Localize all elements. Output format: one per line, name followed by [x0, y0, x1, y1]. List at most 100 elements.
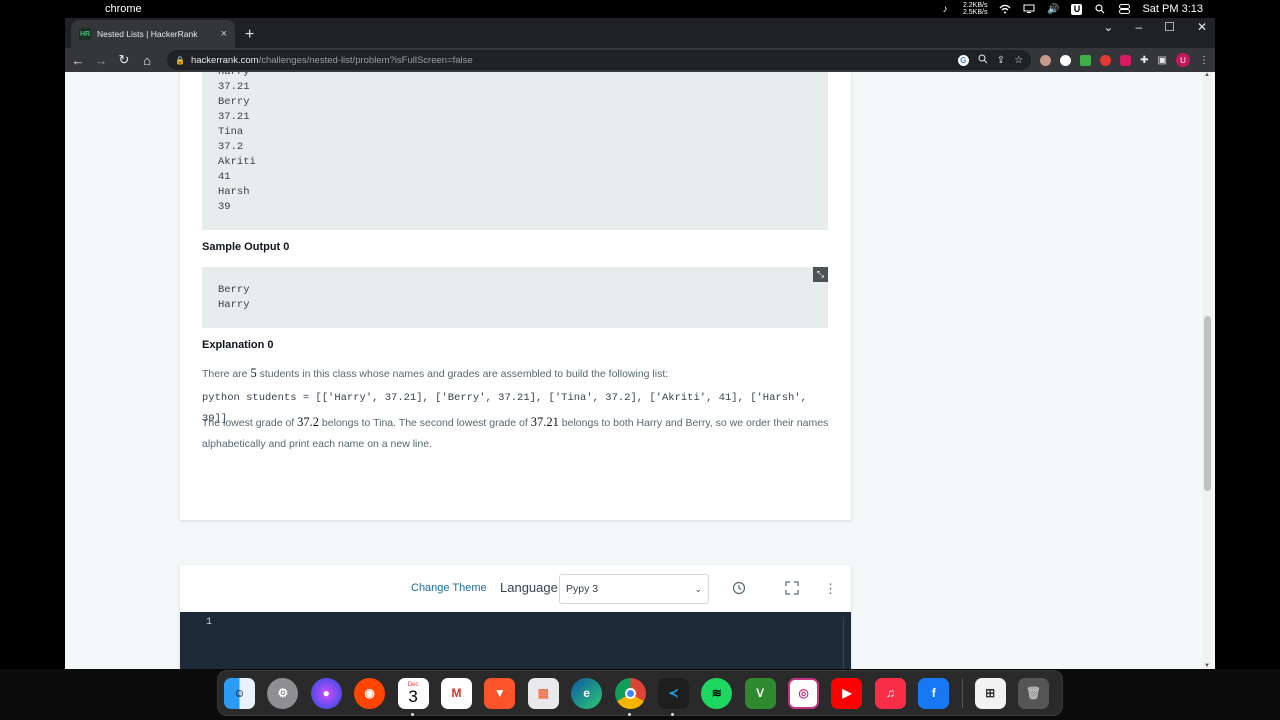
chrome-menu-icon[interactable]: ⋮ — [1199, 55, 1209, 66]
scroll-up-icon[interactable]: ▲ — [1204, 72, 1210, 78]
reload-icon[interactable]: ↻ — [117, 52, 131, 68]
share-icon[interactable]: ⇪ — [997, 55, 1005, 66]
system-preferences-icon[interactable]: ⚙ — [267, 677, 299, 709]
instagram-icon[interactable]: ◎ — [788, 677, 820, 709]
profile-avatar[interactable]: U — [1176, 53, 1190, 67]
brave-icon[interactable]: ▼ — [484, 677, 516, 709]
side-panel-icon[interactable]: ▣ — [1158, 55, 1167, 66]
running-indicator — [670, 712, 674, 716]
sample-output-lines: Berry Harry — [218, 283, 828, 313]
scrollbar-thumb[interactable] — [1204, 316, 1211, 491]
reddit-icon[interactable]: ◉ — [354, 677, 386, 709]
wifi-icon[interactable] — [999, 3, 1011, 15]
sample-input-line: 37.2 — [218, 141, 244, 153]
page-scrollbar[interactable]: ▲ ▼ — [1203, 72, 1212, 669]
url-path: /challenges/nested-list/problem?isFullSc… — [258, 54, 473, 66]
sample-input-line: 37.21 — [218, 81, 250, 93]
tab-strip: HR Nested Lists | HackerRank × + ⌄ – ☐ ✕ — [65, 18, 1215, 48]
sample-input-lines: Harry 37.21 Berry 37.21 Tina 37.2 Akriti 41 Hars… — [218, 72, 256, 215]
hackerrank-favicon-icon: HR — [79, 28, 91, 40]
chevron-down-icon: ⌄ — [694, 583, 702, 594]
maximize-icon[interactable]: ☐ — [1164, 20, 1175, 34]
restore-code-icon[interactable] — [732, 581, 746, 598]
bookmark-star-icon[interactable]: ☆ — [1014, 55, 1023, 66]
tab-title: Nested Lists | HackerRank — [97, 29, 198, 39]
calendar-icon[interactable]: Dec 3 — [397, 677, 429, 716]
spotify-icon[interactable]: ≋ — [701, 677, 733, 709]
trash-icon[interactable]: 🗑 — [1018, 677, 1050, 709]
launchpad-icon[interactable]: ▦ — [527, 677, 559, 709]
address-bar[interactable]: 🔒 hackerrank.com/challenges/nested-list/… — [167, 50, 1032, 70]
sample-input-block: Harry 37.21 Berry 37.21 Tina 37.2 Akriti 41 Hars… — [202, 72, 828, 230]
tab-search-chevron-icon[interactable]: ⌄ — [1103, 20, 1113, 34]
explanation-paragraph-3: The lowest grade of 37.2 belongs to Tina… — [202, 415, 829, 450]
browser-toolbar: ← → ↻ ⌂ 🔒 hackerrank.com/challenges/nest… — [65, 48, 1215, 72]
sample-input-line: Akriti — [218, 156, 256, 168]
zoom-icon[interactable] — [978, 54, 988, 67]
explanation-paragraph-1: There are 5 students in this class whose… — [202, 366, 669, 380]
vim-icon[interactable]: V — [744, 677, 776, 709]
sample-input-line: Tina — [218, 126, 244, 138]
control-center-icon[interactable] — [1118, 3, 1130, 15]
extension-icon-2[interactable] — [1060, 54, 1072, 66]
sample-output-line: Berry — [218, 284, 250, 296]
extension-icon-3[interactable] — [1080, 54, 1092, 66]
fullscreen-icon[interactable] — [785, 581, 799, 598]
volume-icon[interactable]: 🔊 — [1047, 3, 1059, 15]
sample-input-line: Berry — [218, 96, 250, 108]
extensions-area: ✚ ▣ U ⋮ — [1040, 53, 1209, 67]
sample-output-block: ⤡ Berry Harry — [202, 267, 828, 328]
new-tab-icon[interactable]: + — [245, 26, 254, 44]
finder-icon[interactable]: ☺ — [224, 677, 255, 709]
language-select[interactable]: Pypy 3 ⌄ — [559, 574, 709, 604]
change-theme-link[interactable]: Change Theme — [411, 582, 487, 594]
calendar-day: 3 — [408, 686, 418, 706]
menu-bar: chrome ♪ 2.2KB/s 2.5KB/s 🔊 U Sat PM 3:13 — [65, 0, 1215, 18]
user-badge-icon[interactable]: U — [1071, 3, 1083, 15]
home-icon[interactable]: ⌂ — [140, 53, 154, 68]
forward-icon[interactable]: → — [94, 53, 108, 68]
back-icon[interactable]: ← — [71, 53, 85, 68]
close-tab-icon[interactable]: × — [221, 28, 227, 40]
url-host: hackerrank.com — [190, 54, 259, 66]
display-icon[interactable] — [1023, 3, 1035, 15]
status-area: ♪ 2.2KB/s 2.5KB/s 🔊 U Sat PM 3:13 — [939, 2, 1215, 16]
gmail-icon[interactable]: M — [440, 677, 472, 709]
extensions-puzzle-icon[interactable]: ✚ — [1140, 55, 1148, 66]
app-name[interactable]: chrome — [105, 3, 142, 15]
math-number: 37.2 — [297, 415, 320, 429]
extension-icon-5[interactable] — [1120, 54, 1132, 66]
editor-toolbar: Change Theme Language Pypy 3 ⌄ ⋮ — [180, 565, 851, 612]
sample-input-line: Harry — [218, 72, 250, 78]
network-speed: 2.2KB/s 2.5KB/s — [962, 2, 988, 16]
sample-input-line: 37.21 — [218, 111, 250, 123]
clock[interactable]: Sat PM 3:13 — [1142, 3, 1203, 15]
line-number: 1 — [206, 617, 213, 628]
facebook-icon[interactable]: f — [918, 677, 950, 709]
google-icon[interactable]: G — [957, 54, 969, 66]
extension-icon-4[interactable] — [1100, 54, 1112, 66]
extension-icon-1[interactable] — [1040, 54, 1052, 66]
windows-icon[interactable]: ⊞ — [974, 677, 1006, 709]
page-viewport: Harry 37.21 Berry 37.21 Tina 37.2 Akriti 41 Hars… — [65, 72, 1215, 669]
sample-input-line: 41 — [218, 171, 231, 183]
running-indicator — [627, 712, 631, 716]
dock: ☺ ⚙ ● ◉ Dec 3 M ▼ ▦ e ≺ ≋ V ◎ ▶ ♫ f ⊞ 🗑 — [217, 670, 1063, 716]
vscode-icon[interactable]: ≺ — [657, 677, 689, 716]
editor-scrollbar[interactable] — [843, 617, 851, 669]
music-note-icon[interactable]: ♪ — [939, 3, 951, 15]
youtube-icon[interactable]: ▶ — [831, 677, 863, 709]
more-options-icon[interactable]: ⋮ — [824, 581, 837, 597]
siri-icon[interactable]: ● — [310, 677, 342, 709]
running-indicator — [410, 712, 414, 716]
chrome-icon[interactable] — [614, 677, 646, 716]
music-icon[interactable]: ♫ — [874, 677, 906, 709]
copy-icon[interactable]: ⤡ — [813, 267, 828, 282]
tab-nested-lists[interactable]: HR Nested Lists | HackerRank × — [71, 20, 235, 48]
close-window-icon[interactable]: ✕ — [1197, 20, 1207, 34]
lock-icon[interactable]: 🔒 — [175, 56, 185, 65]
edge-icon[interactable]: e — [571, 677, 603, 709]
spotlight-search-icon[interactable] — [1094, 3, 1106, 15]
code-editor[interactable]: 1 — [180, 612, 851, 669]
minimize-icon[interactable]: – — [1135, 20, 1142, 34]
